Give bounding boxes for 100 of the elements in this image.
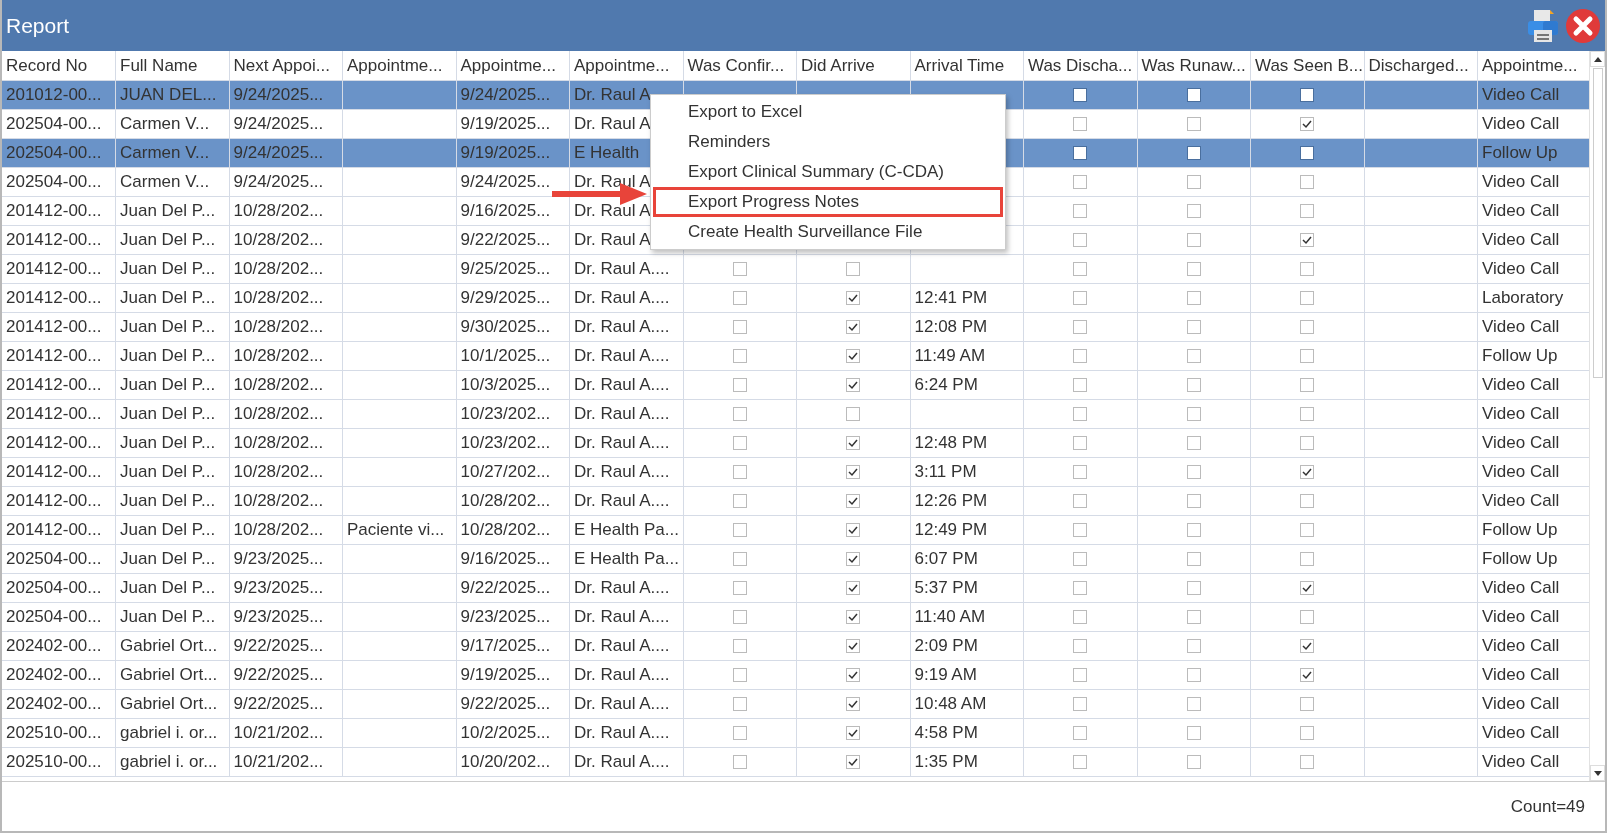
checkbox[interactable] [1300, 262, 1315, 277]
checkbox[interactable] [1073, 88, 1088, 103]
checkbox[interactable] [846, 291, 861, 306]
checkbox[interactable] [1186, 436, 1201, 451]
checkbox[interactable] [732, 291, 747, 306]
checkbox[interactable] [1186, 697, 1201, 712]
column-header[interactable]: Arrival Time [910, 51, 1024, 80]
checkbox[interactable] [1073, 523, 1088, 538]
table-row[interactable]: 202504-00... Juan Del P... 9/23/2025... 9/23/2025... Dr. Raul A.... 11:40 AM Video Call [2, 602, 1589, 631]
checkbox[interactable] [732, 668, 747, 683]
checkbox[interactable] [732, 407, 747, 422]
checkbox[interactable] [846, 610, 861, 625]
checkbox[interactable] [1300, 755, 1315, 770]
checkbox[interactable] [846, 639, 861, 654]
checkbox[interactable] [1073, 320, 1088, 335]
checkbox[interactable] [846, 436, 861, 451]
checkbox[interactable] [732, 378, 747, 393]
checkbox[interactable] [1300, 465, 1315, 480]
column-header[interactable]: Was Confir... [683, 51, 797, 80]
checkbox[interactable] [732, 726, 747, 741]
checkbox[interactable] [1186, 668, 1201, 683]
table-row[interactable]: 201412-00... Juan Del P... 10/28/202... 9/25/2025... Dr. Raul A.... Video Call [2, 254, 1589, 283]
checkbox[interactable] [1300, 436, 1315, 451]
checkbox[interactable] [846, 407, 861, 422]
table-row[interactable]: 201412-00... Juan Del P... 10/28/202... 9/29/2025... Dr. Raul A.... 12:41 PM Laboratory [2, 283, 1589, 312]
column-header[interactable]: Was Discha... [1023, 51, 1137, 80]
checkbox[interactable] [1300, 523, 1315, 538]
checkbox[interactable] [846, 552, 861, 567]
checkbox[interactable] [732, 320, 747, 335]
table-row[interactable]: 202510-00... gabriel i. or... 10/21/202... 10/20/202... Dr. Raul A.... 1:35 PM Video Call [2, 747, 1589, 776]
checkbox[interactable] [732, 494, 747, 509]
checkbox[interactable] [1073, 175, 1088, 190]
table-row[interactable]: 202504-00... Juan Del P... 9/23/2025... 9/22/2025... Dr. Raul A.... 5:37 PM Video Call [2, 573, 1589, 602]
checkbox[interactable] [732, 465, 747, 480]
column-header[interactable]: Was Runaw... [1137, 51, 1251, 80]
checkbox[interactable] [1073, 668, 1088, 683]
checkbox[interactable] [1300, 146, 1315, 161]
checkbox[interactable] [1186, 407, 1201, 422]
checkbox[interactable] [1300, 175, 1315, 190]
checkbox[interactable] [732, 349, 747, 364]
checkbox[interactable] [732, 262, 747, 277]
checkbox[interactable] [732, 610, 747, 625]
table-row[interactable]: 202402-00... Gabriel Ort... 9/22/2025... 9/19/2025... Dr. Raul A.... 9:19 AM Video Call [2, 660, 1589, 689]
table-row[interactable]: 201412-00... Juan Del P... 10/28/202... Paciente vi... 10/28/202... E Health Pa... 12:49 PM Follow Up [2, 515, 1589, 544]
checkbox[interactable] [1073, 639, 1088, 654]
checkbox[interactable] [846, 262, 861, 277]
checkbox[interactable] [732, 639, 747, 654]
checkbox[interactable] [1073, 436, 1088, 451]
checkbox[interactable] [1186, 552, 1201, 567]
checkbox[interactable] [846, 349, 861, 364]
table-row[interactable]: 201412-00... Juan Del P... 10/28/202... 10/27/202... Dr. Raul A.... 3:11 PM Video Call [2, 457, 1589, 486]
checkbox[interactable] [1073, 378, 1088, 393]
checkbox[interactable] [1073, 233, 1088, 248]
scroll-up-icon[interactable] [1593, 56, 1602, 62]
checkbox[interactable] [1186, 523, 1201, 538]
checkbox[interactable] [846, 320, 861, 335]
column-header[interactable]: Record No [2, 51, 116, 80]
checkbox[interactable] [1300, 117, 1315, 132]
checkbox[interactable] [1186, 233, 1201, 248]
scroll-down-icon[interactable] [1593, 770, 1602, 776]
column-header[interactable]: Full Name [115, 51, 229, 80]
checkbox[interactable] [1186, 494, 1201, 509]
checkbox[interactable] [1186, 291, 1201, 306]
scrollbar[interactable] [1589, 51, 1605, 781]
checkbox[interactable] [1073, 552, 1088, 567]
checkbox[interactable] [1300, 494, 1315, 509]
checkbox[interactable] [1073, 146, 1088, 161]
column-header[interactable]: Did Arrive [796, 51, 910, 80]
checkbox[interactable] [1186, 349, 1201, 364]
checkbox[interactable] [1300, 610, 1315, 625]
checkbox[interactable] [1300, 233, 1315, 248]
checkbox[interactable] [1186, 175, 1201, 190]
checkbox[interactable] [846, 755, 861, 770]
table-row[interactable]: 202504-00... Juan Del P... 9/23/2025... 9/16/2025... E Health Pa... 6:07 PM Follow Up [2, 544, 1589, 573]
checkbox[interactable] [1186, 610, 1201, 625]
checkbox[interactable] [1186, 465, 1201, 480]
table-row[interactable]: 201412-00... Juan Del P... 10/28/202... 10/23/202... Dr. Raul A.... Video Call [2, 399, 1589, 428]
checkbox[interactable] [1186, 262, 1201, 277]
checkbox[interactable] [1186, 581, 1201, 596]
print-icon[interactable] [1525, 7, 1561, 44]
checkbox[interactable] [1186, 204, 1201, 219]
checkbox[interactable] [1300, 639, 1315, 654]
checkbox[interactable] [1073, 117, 1088, 132]
checkbox[interactable] [732, 581, 747, 596]
checkbox[interactable] [732, 523, 747, 538]
checkbox[interactable] [1300, 697, 1315, 712]
checkbox[interactable] [1300, 204, 1315, 219]
table-row[interactable]: 202402-00... Gabriel Ort... 9/22/2025... 9/22/2025... Dr. Raul A.... 10:48 AM Video Call [2, 689, 1589, 718]
checkbox[interactable] [1300, 407, 1315, 422]
column-header[interactable]: Appointme... [342, 51, 456, 80]
checkbox[interactable] [1300, 552, 1315, 567]
checkbox[interactable] [1300, 378, 1315, 393]
checkbox[interactable] [1073, 755, 1088, 770]
checkbox[interactable] [1073, 349, 1088, 364]
checkbox[interactable] [846, 494, 861, 509]
menu-item[interactable]: Export Progress Notes [653, 187, 1003, 217]
checkbox[interactable] [1073, 291, 1088, 306]
checkbox[interactable] [1186, 146, 1201, 161]
checkbox[interactable] [1300, 291, 1315, 306]
checkbox[interactable] [1186, 726, 1201, 741]
